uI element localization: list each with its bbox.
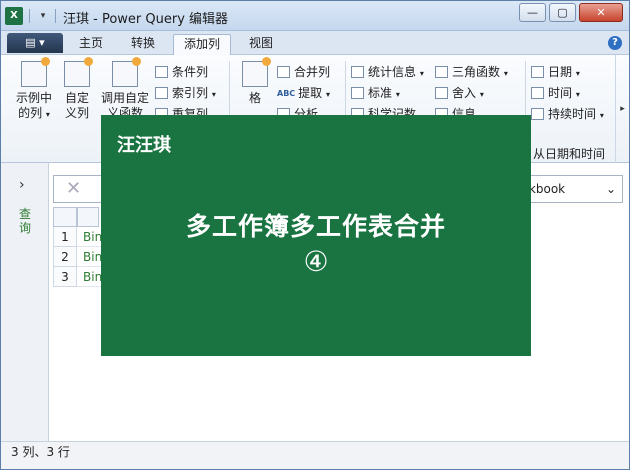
group-label-datetime: 从日期和时间 — [533, 147, 606, 161]
button-label: 提取 — [298, 86, 323, 100]
expand-queries-chevron-icon[interactable]: › — [19, 177, 25, 193]
clock-icon — [531, 87, 544, 99]
statistics-button[interactable]: 统计信息 ▾ — [351, 63, 424, 82]
function-icon — [112, 57, 141, 87]
merge-columns-icon — [277, 66, 290, 78]
row-number: 3 — [53, 267, 77, 287]
custom-column-button[interactable]: 自定 义列 — [59, 57, 95, 121]
button-label: 格 — [248, 91, 261, 105]
button-label: 合并列 — [294, 65, 331, 79]
excel-app-icon[interactable]: X — [5, 7, 23, 25]
invoke-custom-function-button[interactable]: 调用自定 义函数 — [97, 57, 153, 121]
chevron-down-icon: ▾ — [395, 90, 400, 99]
chevron-down-icon: ⌄ — [605, 182, 616, 196]
stopwatch-icon — [531, 108, 544, 120]
chevron-down-icon: ▾ — [503, 69, 508, 78]
tab-home[interactable]: 主页 — [69, 34, 113, 55]
chevron-down-icon: ▾ — [479, 90, 484, 99]
cancel-formula-icon[interactable]: ✕ — [66, 178, 81, 199]
column-from-examples-button[interactable]: 示例中 的列 ▾ — [11, 57, 57, 122]
trigonometry-button[interactable]: 三角函数 ▾ — [435, 63, 508, 82]
column-type-icon[interactable] — [77, 207, 99, 227]
row-number: 2 — [53, 247, 77, 267]
button-label: 时间 — [548, 86, 573, 100]
rounding-icon — [435, 87, 448, 99]
custom-column-icon — [64, 57, 93, 87]
row-number: 1 — [53, 227, 77, 247]
chevron-down-icon: ▾ — [326, 90, 331, 99]
file-menu-button[interactable]: ▤ ▾ — [7, 33, 63, 53]
button-label: 日期 — [548, 65, 573, 79]
date-button[interactable]: 日期 ▾ — [531, 63, 580, 82]
close-button[interactable]: ✕ — [579, 3, 623, 22]
duration-button[interactable]: 持续时间 ▾ — [531, 105, 604, 124]
source-dropdown[interactable]: rkbook ⌄ — [524, 179, 616, 199]
button-label: 持续时间 — [548, 107, 597, 121]
ribbon-scroll-right-icon[interactable]: ▸ — [615, 55, 629, 163]
button-label: 自定 — [64, 91, 89, 105]
tab-view[interactable]: 视图 — [239, 34, 283, 55]
format-button[interactable]: 格 — [235, 57, 275, 106]
trigonometry-icon — [435, 66, 448, 78]
status-bar: 3 列、3 行 — [1, 441, 629, 469]
abc123-icon: ABC — [277, 89, 296, 98]
overlay-episode-number: ④ — [303, 245, 329, 278]
index-column-icon — [155, 87, 168, 99]
calendar-icon — [531, 66, 544, 78]
queries-pane-label[interactable]: 查询 — [19, 207, 33, 235]
divider — [29, 9, 30, 23]
chevron-down-icon: ▾ — [575, 90, 580, 99]
title-card-overlay: 汪汪琪 多工作簿多工作表合并 ④ — [101, 115, 531, 356]
chevron-down-icon: ▾ — [419, 69, 424, 78]
merge-columns-button[interactable]: 合并列 — [277, 63, 330, 82]
button-label: 统计信息 — [368, 65, 417, 79]
overlay-title: 多工作簿多工作表合并 — [185, 212, 446, 241]
extract-button[interactable]: ABC 提取 ▾ — [277, 84, 330, 103]
button-label: 三角函数 — [452, 65, 501, 79]
button-label: 义列 — [64, 106, 89, 120]
minimize-button[interactable]: — — [519, 3, 546, 22]
tab-transform[interactable]: 转换 — [121, 34, 165, 55]
chevron-down-icon: ▾ — [45, 110, 50, 119]
chevron-down-icon: ▾ — [211, 90, 216, 99]
chevron-down-icon: ▾ — [599, 111, 604, 120]
button-label: 条件列 — [172, 65, 209, 79]
button-label: 标准 — [368, 86, 393, 100]
quick-access-dropdown-icon[interactable]: ▾ — [36, 8, 50, 24]
help-icon[interactable]: ? — [608, 36, 622, 50]
rounding-button[interactable]: 舍入 ▾ — [435, 84, 484, 103]
chevron-down-icon: ▾ — [575, 69, 580, 78]
format-abc-icon — [242, 57, 271, 87]
table-menu-icon[interactable] — [53, 207, 77, 227]
divider — [55, 9, 56, 23]
index-column-button[interactable]: 索引列 ▾ — [155, 84, 216, 103]
button-label: 索引列 — [172, 86, 209, 100]
tab-add-column[interactable]: 添加列 — [173, 34, 231, 56]
ribbon-tab-bar: ▤ ▾ 主页 转换 添加列 视图 ? — [1, 31, 629, 56]
statistics-icon — [351, 66, 364, 78]
button-label: 的列 — [18, 106, 43, 120]
button-label: 舍入 — [452, 86, 477, 100]
power-query-window: X ▾ 汪琪 - Power Query 编辑器 — ▢ ✕ ▤ ▾ 主页 转换… — [0, 0, 630, 470]
standard-button[interactable]: 标准 ▾ — [351, 84, 400, 103]
button-label: 示例中 — [15, 91, 52, 105]
maximize-button[interactable]: ▢ — [549, 3, 576, 22]
conditional-column-button[interactable]: 条件列 — [155, 63, 208, 82]
queries-pane: › 查询 — [1, 163, 49, 441]
overlay-author: 汪汪琪 — [117, 135, 171, 156]
conditional-column-icon — [155, 66, 168, 78]
button-label: 调用自定 — [100, 91, 149, 105]
standard-icon — [351, 87, 364, 99]
time-button[interactable]: 时间 ▾ — [531, 84, 580, 103]
column-from-examples-icon — [21, 57, 50, 87]
title-bar: X ▾ 汪琪 - Power Query 编辑器 — ▢ ✕ — [1, 1, 629, 31]
window-title: 汪琪 - Power Query 编辑器 — [63, 12, 229, 27]
